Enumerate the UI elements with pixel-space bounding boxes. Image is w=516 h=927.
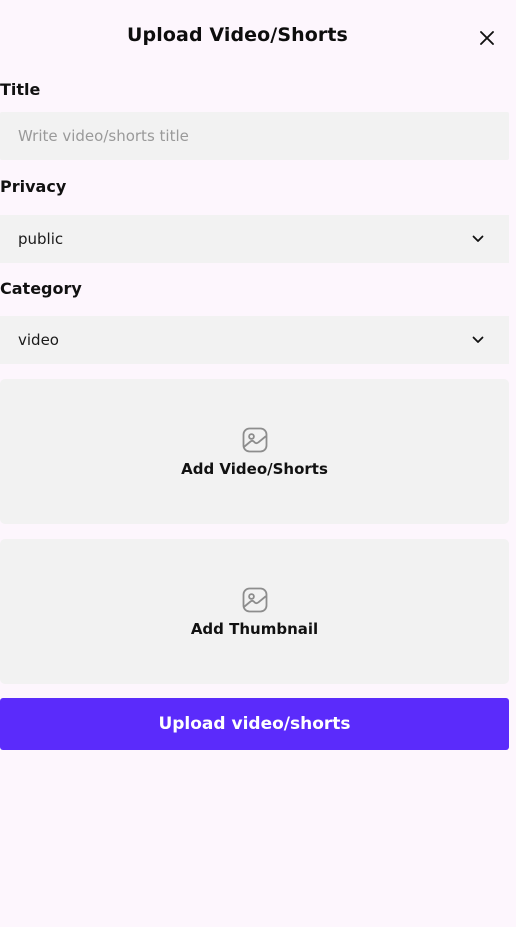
image-icon bbox=[242, 587, 267, 612]
page-title: Upload Video/Shorts bbox=[127, 24, 348, 46]
chevron-down-icon bbox=[471, 333, 485, 347]
close-icon[interactable] bbox=[479, 30, 495, 46]
add-video-dropzone[interactable]: Add Video/Shorts bbox=[0, 379, 509, 524]
upload-button[interactable]: Upload video/shorts bbox=[0, 698, 509, 750]
privacy-selected-value: public bbox=[18, 230, 64, 248]
category-select[interactable]: video bbox=[0, 316, 509, 364]
category-selected-value: video bbox=[18, 331, 59, 349]
add-thumbnail-dropzone[interactable]: Add Thumbnail bbox=[0, 539, 509, 684]
category-label: Category bbox=[0, 279, 82, 298]
title-field[interactable] bbox=[0, 112, 509, 160]
privacy-select[interactable]: public bbox=[0, 215, 509, 263]
privacy-label: Privacy bbox=[0, 177, 67, 196]
add-video-label: Add Video/Shorts bbox=[181, 459, 328, 478]
image-icon bbox=[242, 427, 267, 452]
add-thumbnail-label: Add Thumbnail bbox=[190, 619, 319, 638]
close-button[interactable] bbox=[474, 25, 500, 51]
title-input[interactable] bbox=[18, 127, 491, 145]
chevron-down-icon bbox=[471, 232, 485, 246]
modal-header: Upload Video/Shorts bbox=[0, 0, 516, 76]
title-label: Title bbox=[0, 80, 41, 99]
